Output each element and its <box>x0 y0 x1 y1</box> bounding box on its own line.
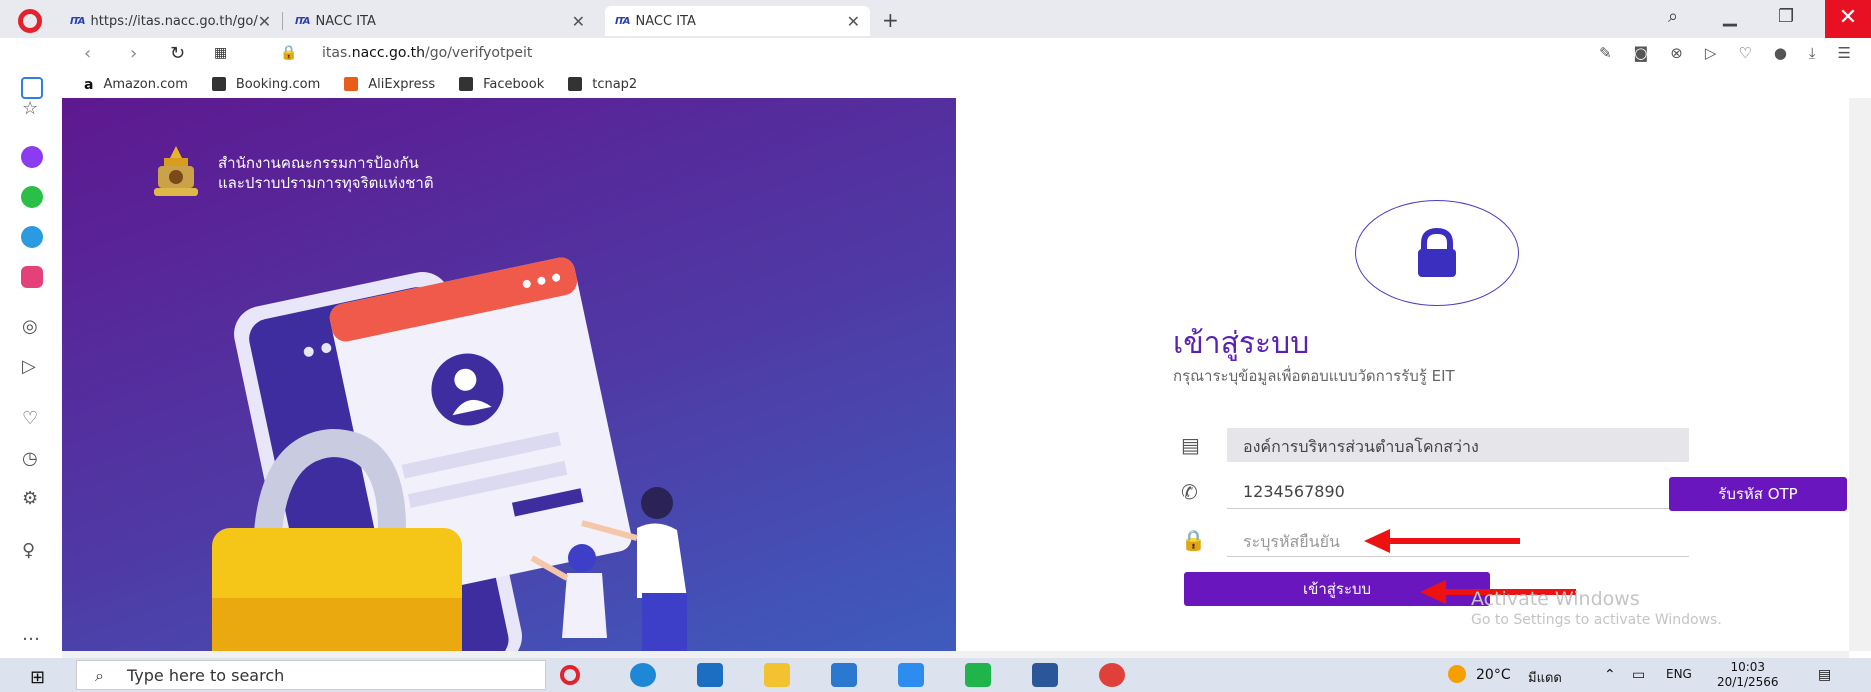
opera-logo-icon[interactable] <box>18 9 42 33</box>
back-icon[interactable]: ‹ <box>84 43 91 64</box>
home-icon[interactable] <box>21 77 43 99</box>
store-taskbar-icon[interactable] <box>831 663 857 687</box>
ita-favicon-icon: ITA <box>295 15 310 27</box>
weather-temp[interactable]: 20°C <box>1476 667 1511 683</box>
page-title: เข้าสู่ระบบ <box>1173 326 1310 361</box>
chevron-up-icon[interactable]: ⌃ <box>1604 667 1616 683</box>
search-icon: ⌕ <box>95 666 104 685</box>
speed-dial-icon[interactable]: ▦ <box>214 45 227 61</box>
lock-badge <box>1355 200 1519 306</box>
download-icon[interactable]: ⤓ <box>1809 44 1816 62</box>
lock-icon: 🔒 <box>280 45 298 61</box>
send-icon[interactable]: ▷ <box>1705 44 1717 62</box>
phone-field[interactable]: 1234567890 <box>1227 475 1689 509</box>
lightbulb-icon[interactable]: ♀ <box>22 540 35 561</box>
star-icon[interactable]: ☆ <box>22 98 38 119</box>
folder-icon <box>211 77 226 91</box>
weather-desc[interactable]: มีแดด <box>1528 667 1562 688</box>
language-indicator[interactable]: ENG <box>1666 667 1692 681</box>
forward-icon[interactable]: › <box>130 43 137 64</box>
taskbar-clock[interactable]: 10:03 20/1/2566 <box>1717 660 1779 690</box>
close-icon[interactable]: ✕ <box>258 12 271 31</box>
taskbar-search[interactable]: ⌕ Type here to search <box>76 660 546 690</box>
tab-label: NACC ITA <box>635 13 696 29</box>
reload-icon[interactable]: ↻ <box>170 43 185 64</box>
word-taskbar-icon[interactable] <box>1032 663 1058 687</box>
tab-divider <box>282 12 283 30</box>
close-icon[interactable]: ✕ <box>847 12 860 31</box>
screen: ITA https://itas.nacc.go.th/go/ ✕ ITA NA… <box>0 0 1871 692</box>
whatsapp-icon[interactable] <box>21 186 43 208</box>
vertical-scrollbar[interactable] <box>1849 98 1871 651</box>
telegram-icon[interactable] <box>21 226 43 248</box>
tab-3-active[interactable]: ITA NACC ITA ✕ <box>605 6 870 36</box>
amazon-icon: a <box>84 77 94 93</box>
illustration-panel: สำนักงานคณะกรรมการป้องกัน และปราบปรามการ… <box>62 98 956 651</box>
address-bar-actions: ✎ ◙ ⊗ ▷ ♡ ● ⤓ ☰ <box>1599 44 1851 62</box>
messenger-icon[interactable] <box>21 146 43 168</box>
profile-icon[interactable]: ● <box>1774 44 1787 62</box>
tab-label: https://itas.nacc.go.th/go/ <box>90 13 258 29</box>
bookmark-aliexpress[interactable]: AliExpress <box>344 77 435 92</box>
block-icon[interactable]: ⊗ <box>1670 44 1683 62</box>
aliexpress-icon <box>344 77 359 91</box>
url-field[interactable]: itas.nacc.go.th/go/verifyotpeit <box>322 45 532 61</box>
mail-taskbar-icon[interactable] <box>697 663 723 687</box>
page-subtitle: กรุณาระบุข้อมูลเพื่อตอบแบบวัดการรับรู้ E… <box>1173 367 1455 385</box>
window-close-button[interactable]: ✕ <box>1825 0 1871 38</box>
address-bar: ‹ › ↻ ▦ 🔒 itas.nacc.go.th/go/verifyotpei… <box>62 38 1871 70</box>
close-icon[interactable]: ✕ <box>572 12 585 31</box>
camera-icon[interactable]: ◙ <box>1634 44 1649 62</box>
folder-icon <box>459 77 474 91</box>
bookmark-booking[interactable]: Booking.com <box>211 77 320 92</box>
file-explorer-icon[interactable] <box>764 663 790 687</box>
bookmark-facebook[interactable]: Facebook <box>459 77 544 92</box>
windows-taskbar: ⊞ ⌕ Type here to search 20°C มีแดด ⌃ ▭ E… <box>0 658 1871 692</box>
restore-icon[interactable]: ❐ <box>1778 6 1794 27</box>
instagram-icon[interactable] <box>21 266 43 288</box>
phone-login-illustration <box>212 257 687 651</box>
heart-icon[interactable]: ♡ <box>1738 44 1751 62</box>
network-icon[interactable]: ▭ <box>1632 667 1645 683</box>
line-taskbar-icon[interactable] <box>965 663 991 687</box>
new-tab-button[interactable]: + <box>882 8 899 32</box>
send-icon[interactable]: ▷ <box>22 356 36 377</box>
folder-icon <box>568 77 583 91</box>
chrome-taskbar-icon[interactable] <box>1099 663 1125 687</box>
tab-label: NACC ITA <box>315 13 376 29</box>
opera-sidebar: ☆ ◎ ▷ ♡ ◷ ⚙ ♀ … <box>0 70 62 658</box>
id-card-icon: ▤ <box>1181 433 1200 457</box>
tab-2[interactable]: ITA NACC ITA ✕ <box>285 6 595 36</box>
tab-1[interactable]: ITA https://itas.nacc.go.th/go/ ✕ <box>60 6 280 36</box>
history-icon[interactable]: ◷ <box>22 448 38 469</box>
red-arrow-annotation <box>1364 529 1520 553</box>
bookmark-amazon[interactable]: a Amazon.com <box>84 77 188 94</box>
zoom-taskbar-icon[interactable] <box>898 663 924 687</box>
minimize-icon[interactable]: ▁ <box>1723 6 1737 27</box>
menu-icon[interactable]: ☰ <box>1838 44 1851 62</box>
weather-icon[interactable] <box>1448 665 1466 683</box>
windows-start-icon[interactable]: ⊞ <box>30 667 45 688</box>
lock-icon: 🔒 <box>1181 528 1206 552</box>
edge-taskbar-icon[interactable] <box>630 663 656 687</box>
ita-favicon-icon: ITA <box>70 15 85 27</box>
organization-field[interactable]: องค์การบริหารส่วนตำบลโคกสว่าง <box>1227 428 1689 462</box>
heart-icon[interactable]: ♡ <box>22 408 38 429</box>
bookmark-tcnap2[interactable]: tcnap2 <box>568 77 637 92</box>
edit-icon[interactable]: ✎ <box>1599 44 1612 62</box>
bookmarks-bar: a Amazon.com Booking.com AliExpress Face… <box>62 70 1871 98</box>
padlock-icon <box>1418 227 1456 277</box>
ita-favicon-icon: ITA <box>615 15 630 27</box>
notification-icon[interactable]: ▤ <box>1818 667 1831 683</box>
search-tabs-icon[interactable]: ⌕ <box>1668 6 1678 27</box>
browser-tab-bar: ITA https://itas.nacc.go.th/go/ ✕ ITA NA… <box>0 0 1871 38</box>
settings-icon[interactable]: ⚙ <box>22 488 38 509</box>
request-otp-button[interactable]: รับรหัส OTP <box>1669 477 1847 511</box>
phone-icon: ✆ <box>1181 480 1198 504</box>
more-icon[interactable]: … <box>22 624 40 645</box>
activate-windows-watermark: Activate Windows Go to Settings to activ… <box>1471 588 1722 628</box>
opera-taskbar-icon[interactable] <box>560 665 580 685</box>
login-panel: เข้าสู่ระบบ กรุณาระบุข้อมูลเพื่อตอบแบบวั… <box>956 98 1847 651</box>
player-icon[interactable]: ◎ <box>22 316 38 337</box>
